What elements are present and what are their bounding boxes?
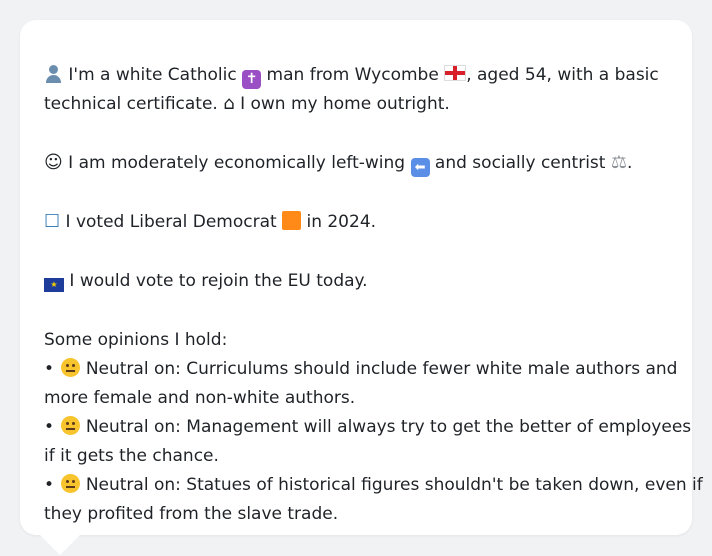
balance-scale-icon: ⚖ (610, 152, 627, 173)
vote-line: ☐ I voted Liberal Democrat in 2024. (44, 208, 668, 237)
neutral-face-icon (61, 474, 81, 493)
opinions-heading: Some opinions I hold: (44, 330, 228, 350)
politics-text-1: I am moderately economically left-wing (68, 153, 406, 173)
bullet: • (44, 359, 55, 379)
vote-text-2: in 2024. (306, 212, 377, 232)
opinion-text: Management will always try to get the be… (186, 417, 692, 437)
opinion-item-3-cont: they profited from the slave trade. (44, 504, 339, 524)
intro-text-5: I own my home outright. (240, 94, 450, 114)
opinion-item-2-cont: if it gets the chance. (44, 446, 219, 466)
neutral-face-icon (61, 358, 81, 377)
eu-text: I would vote to rejoin the EU today. (69, 271, 368, 291)
orange-square-icon (282, 211, 302, 230)
england-flag-icon (444, 65, 467, 81)
vote-paragraph: ☐ I voted Liberal Democrat in 2024. (44, 208, 668, 237)
bullet: • (44, 475, 55, 495)
ballot-box-icon: ☐ (44, 211, 61, 232)
opinion-text: Curriculums should include fewer white m… (186, 359, 678, 379)
opinion-item-3: • Neutral on: Statues of historical figu… (44, 471, 703, 500)
politics-line: ☺ I am moderately economically left-wing… (44, 149, 668, 178)
opinion-item-1: • Neutral on: Curriculums should include… (44, 355, 677, 384)
thinking-face-icon: ☺ (44, 152, 63, 173)
message-bubble: I'm a white Catholic ✝ man from Wycombe … (20, 20, 703, 535)
house-icon: ⌂ (223, 93, 235, 114)
opinion-stance: Neutral on: (85, 417, 181, 437)
user-icon (44, 64, 63, 83)
politics-paragraph: ☺ I am moderately economically left-wing… (44, 149, 668, 178)
intro-text-4: technical certificate. (44, 94, 218, 114)
politics-text-3: . (627, 153, 633, 173)
intro-text-3: , aged 54, with a basic (466, 65, 659, 85)
eu-paragraph: ★ I would vote to rejoin the EU today. (44, 267, 668, 296)
opinion-text: Statues of historical figures shouldn't … (186, 475, 703, 495)
opinions-section: Some opinions I hold: • Neutral on: Curr… (44, 326, 703, 529)
intro-text-2: man from Wycombe (266, 65, 439, 85)
intro-line-2: technical certificate. ⌂ I own my home o… (44, 90, 668, 119)
intro-text-1: I'm a white Catholic (68, 65, 237, 85)
eu-line: ★ I would vote to rejoin the EU today. (44, 267, 668, 296)
politics-text-2: and socially centrist (434, 153, 606, 173)
intro-line-1: I'm a white Catholic ✝ man from Wycombe … (44, 61, 668, 90)
vote-text-1: I voted Liberal Democrat (65, 212, 277, 232)
latin-cross-icon: ✝ (242, 70, 262, 89)
opinion-stance: Neutral on: (85, 475, 181, 495)
bubble-tail (40, 535, 80, 555)
left-arrow-icon: ⬅ (410, 158, 430, 177)
intro-paragraph: I'm a white Catholic ✝ man from Wycombe … (44, 61, 668, 119)
eu-flag-icon: ★ (44, 278, 64, 292)
bullet: • (44, 417, 55, 437)
opinion-item-2: • Neutral on: Management will always try… (44, 413, 691, 442)
neutral-face-icon (61, 416, 81, 435)
opinion-stance: Neutral on: (85, 359, 181, 379)
opinion-item-1-cont: more female and non-white authors. (44, 388, 356, 408)
